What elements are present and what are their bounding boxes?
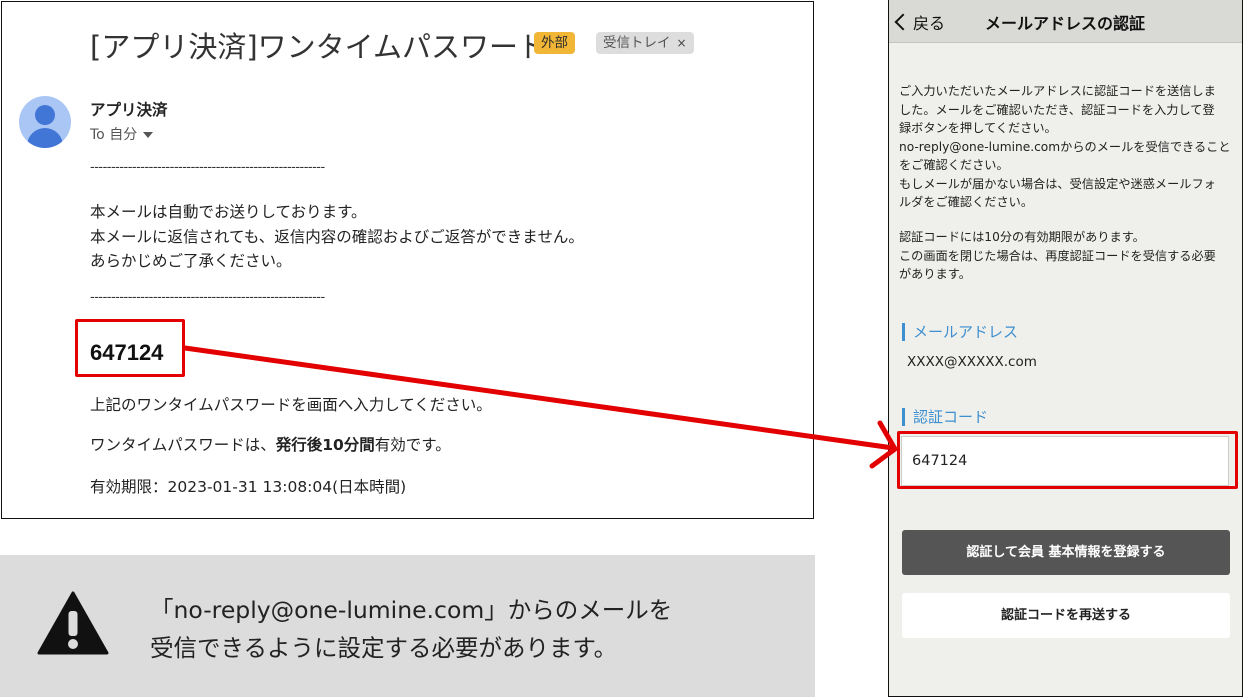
- instructions-line: をご確認ください。: [899, 158, 1009, 172]
- divider-bottom: ----------------------------------------…: [90, 290, 325, 305]
- external-badge: 外部: [534, 32, 575, 54]
- email-subject: [アプリ決済]ワンタイムパスワード: [90, 30, 548, 64]
- notice-banner: 「no-reply@one-lumine.com」からのメールを 受信できるよう…: [0, 555, 815, 697]
- expiry-line: 認証コードには10分の有効期限があります。: [899, 230, 1145, 244]
- back-label: 戻る: [913, 14, 946, 33]
- instructions-line: ご入力いただいたメールアドレスに認証コードを送信しま: [899, 84, 1216, 98]
- chevron-left-icon: [894, 13, 912, 31]
- sender-name: アプリ決済: [90, 101, 168, 119]
- avatar-body-shape: [27, 128, 63, 148]
- email-panel: [アプリ決済]ワンタイムパスワード 外部 受信トレイ × アプリ決済 To 自分 …: [1, 1, 814, 519]
- validity-suffix: 有効です。: [374, 436, 451, 454]
- notice-line-1: 「no-reply@one-lumine.com」からのメールを: [150, 596, 673, 624]
- validity-text: ワンタイムパスワードは、発行後10分間有効です。: [90, 433, 451, 455]
- code-highlight-box: [75, 319, 185, 377]
- code-section-label: 認証コード: [902, 408, 988, 426]
- expiry-line: この画面を閉じた場合は、再度認証コードを受信する必要: [899, 248, 1216, 263]
- expiry-line: があります。: [899, 267, 971, 281]
- instructions-line: 録ボタンを押してください。: [899, 121, 1057, 135]
- avatar-head-shape: [35, 105, 55, 125]
- phone-screen: 戻る メールアドレスの認証 ご入力いただいたメールアドレスに認証コードを送信しま…: [888, 0, 1243, 697]
- sender-avatar: [19, 96, 71, 148]
- notice-line-2: 受信できるように設定する必要があります。: [150, 634, 618, 662]
- close-icon[interactable]: ×: [677, 36, 687, 50]
- divider-top: ----------------------------------------…: [90, 160, 325, 175]
- inbox-label-chip[interactable]: 受信トレイ ×: [596, 32, 694, 54]
- input-highlight-box: [897, 431, 1238, 489]
- instructions-line: no-reply@one-lumine.comからのメールを受信できること: [899, 139, 1231, 154]
- screen-title: メールアドレスの認証: [985, 14, 1146, 33]
- resend-code-button[interactable]: 認証コードを再送する: [902, 593, 1230, 638]
- back-button[interactable]: 戻る: [894, 10, 946, 34]
- email-section-label: メールアドレス: [902, 323, 1018, 341]
- warning-icon: [37, 591, 109, 655]
- instructions-line: ルダをご確認ください。: [899, 195, 1034, 209]
- instructions-line: した。メールをご確認いただき、認証コードを入力して登: [899, 102, 1215, 117]
- nav-bar: 戻る メールアドレスの認証: [889, 0, 1242, 43]
- validity-prefix: ワンタイムパスワードは、: [90, 436, 276, 454]
- body-line-1: 本メールは自動でお送りしております。: [90, 203, 367, 221]
- recipient-label: To 自分: [90, 127, 138, 143]
- expiry-paragraph: 認証コードには10分の有効期限があります。 この画面を閉じた場合は、再度認証コー…: [899, 228, 1237, 284]
- expiry-text: 有効期限：2023-01-31 13:08:04(日本時間): [90, 478, 407, 496]
- inbox-label-text: 受信トレイ: [603, 35, 671, 51]
- instruction-text: 上記のワンタイムパスワードを画面へ入力してください。: [90, 396, 492, 414]
- notice-text: 「no-reply@one-lumine.com」からのメールを 受信できるよう…: [150, 591, 672, 667]
- instructions-paragraph: ご入力いただいたメールアドレスに認証コードを送信しま した。メールをご確認いただ…: [899, 82, 1237, 212]
- validity-duration: 発行後10分間: [275, 436, 375, 454]
- email-address-value: XXXX@XXXXX.com: [907, 354, 1037, 370]
- body-line-2: 本メールに返信されても、返信内容の確認およびご返答ができません。: [90, 228, 584, 246]
- verify-register-button[interactable]: 認証して会員 基本情報を登録する: [902, 530, 1230, 575]
- recipient-dropdown[interactable]: To 自分: [90, 124, 154, 144]
- instructions-line: もしメールが届かない場合は、受信設定や迷惑メールフォ: [899, 176, 1216, 191]
- body-line-3: あらかじめご了承ください。: [90, 252, 292, 270]
- chevron-down-icon: [143, 132, 154, 138]
